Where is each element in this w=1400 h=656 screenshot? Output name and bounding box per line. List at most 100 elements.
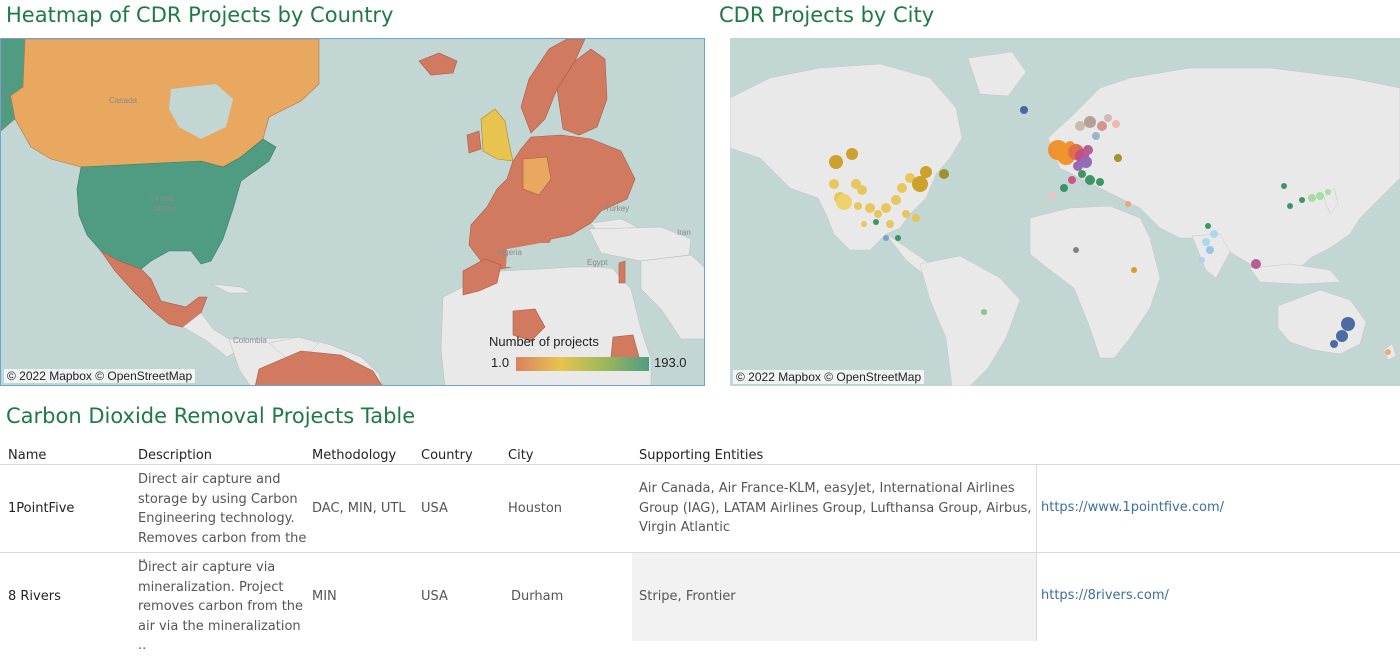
city-project-marker[interactable] — [1112, 120, 1120, 128]
city-project-marker[interactable] — [1114, 154, 1122, 162]
map-place-label: Egypt — [587, 258, 608, 267]
project-methodology: MIN — [312, 589, 337, 604]
city-project-marker[interactable] — [1048, 192, 1056, 200]
city-project-marker[interactable] — [1206, 246, 1214, 254]
city-project-marker[interactable] — [829, 179, 839, 189]
legend-min-value: 1.0 — [491, 355, 510, 370]
project-supporting-entities: Stripe, Frontier — [639, 589, 736, 604]
city-project-marker[interactable] — [1251, 259, 1261, 269]
project-url-link[interactable]: https://www.1pointfive.com/ — [1041, 498, 1224, 518]
city-project-marker[interactable] — [846, 148, 858, 160]
city-project-marker[interactable] — [1096, 178, 1104, 186]
city-project-marker[interactable] — [836, 194, 852, 210]
city-project-marker[interactable] — [939, 169, 949, 179]
city-project-marker[interactable] — [1281, 183, 1287, 189]
city-project-marker[interactable] — [1104, 114, 1112, 122]
project-country: USA — [421, 589, 448, 604]
legend-max-value: 193.0 — [654, 355, 687, 370]
table-row[interactable]: 1PointFive Direct air capture and storag… — [0, 464, 1400, 565]
city-project-marker[interactable] — [1131, 267, 1137, 273]
israel-shape — [618, 260, 626, 284]
header-city[interactable]: City — [508, 448, 533, 463]
city-project-marker[interactable] — [829, 155, 843, 169]
city-project-marker[interactable] — [873, 219, 879, 225]
city-project-marker[interactable] — [861, 221, 867, 227]
city-project-marker[interactable] — [1330, 340, 1338, 348]
city-project-marker[interactable] — [1068, 176, 1076, 184]
city-project-marker[interactable] — [1097, 121, 1107, 131]
city-project-marker[interactable] — [1202, 238, 1210, 246]
city-project-marker[interactable] — [881, 203, 891, 213]
city-project-marker[interactable] — [902, 210, 910, 218]
city-project-marker[interactable] — [912, 214, 920, 222]
city-project-marker[interactable] — [857, 185, 867, 195]
city-map-title: CDR Projects by City — [719, 3, 935, 27]
uk-shape — [480, 108, 514, 162]
city-project-marker[interactable] — [895, 235, 901, 241]
city-map-svg — [730, 51, 1400, 386]
city-project-marker[interactable] — [1299, 197, 1305, 203]
header-country[interactable]: Country — [421, 448, 473, 463]
caribbean-shape — [210, 283, 252, 294]
city-project-marker[interactable] — [981, 309, 987, 315]
city-project-marker[interactable] — [1060, 184, 1068, 192]
city-project-marker[interactable] — [865, 203, 875, 213]
city-project-marker[interactable] — [1125, 201, 1131, 207]
city-project-marker[interactable] — [874, 210, 882, 218]
city-project-marker[interactable] — [1308, 194, 1316, 202]
ireland-shape — [466, 130, 482, 154]
city-project-marker[interactable] — [1073, 161, 1083, 171]
project-methodology: DAC, MIN, UTL — [312, 501, 406, 516]
city-project-marker[interactable] — [897, 183, 907, 193]
greenland-land — [967, 51, 1027, 97]
city-project-marker[interactable] — [1084, 116, 1096, 128]
legend-color-ramp — [516, 357, 649, 371]
africa-land — [1029, 205, 1161, 359]
city-project-marker[interactable] — [1020, 106, 1028, 114]
city-project-marker[interactable] — [1083, 145, 1093, 155]
city-project-marker[interactable] — [1073, 247, 1079, 253]
column-divider — [1036, 465, 1037, 553]
city-project-marker[interactable] — [886, 220, 894, 228]
indonesia-land — [1249, 263, 1341, 285]
sa-land — [919, 255, 1021, 386]
city-project-marker[interactable] — [1341, 317, 1355, 331]
city-project-marker[interactable] — [1385, 349, 1391, 355]
city-project-marker[interactable] — [1336, 330, 1348, 342]
city-project-marker[interactable] — [891, 195, 901, 205]
map-place-label: States — [153, 204, 176, 213]
city-project-marker[interactable] — [1325, 189, 1331, 195]
city-projects-map[interactable]: © 2022 Mapbox © OpenStreetMap — [730, 38, 1400, 386]
map-credit[interactable]: © 2022 Mapbox © OpenStreetMap — [4, 369, 196, 383]
city-project-marker[interactable] — [1085, 175, 1095, 185]
city-project-marker[interactable] — [883, 235, 889, 241]
map-place-label: Algeria — [497, 248, 522, 257]
city-project-marker[interactable] — [1092, 132, 1100, 140]
project-url-link[interactable]: https://8rivers.com/ — [1041, 586, 1169, 606]
header-methodology[interactable]: Methodology — [312, 448, 396, 463]
heatmap-title: Heatmap of CDR Projects by Country — [6, 3, 394, 27]
project-city: Houston — [508, 501, 563, 516]
city-project-marker[interactable] — [1210, 230, 1218, 238]
header-supporting-entities[interactable]: Supporting Entities — [639, 448, 763, 463]
map-place-label: Turkey — [605, 204, 629, 213]
header-description[interactable]: Description — [138, 448, 212, 463]
map-place-label: Colombia — [233, 336, 267, 345]
project-city: Durham — [511, 589, 564, 604]
legend-title: Number of projects — [489, 334, 599, 349]
city-project-marker[interactable] — [1078, 170, 1086, 178]
country-heatmap-map[interactable]: Canada United States Turkey Iran Algeria… — [0, 38, 705, 386]
project-name: 8 Rivers — [8, 589, 61, 604]
city-project-marker[interactable] — [1287, 203, 1293, 209]
header-name[interactable]: Name — [8, 448, 46, 463]
table-row[interactable]: 8 Rivers Direct air capture via minerali… — [0, 552, 1400, 653]
city-project-marker[interactable] — [1075, 121, 1085, 131]
city-map-credit[interactable]: © 2022 Mapbox © OpenStreetMap — [733, 370, 925, 384]
city-project-marker[interactable] — [854, 202, 862, 210]
city-project-marker[interactable] — [912, 176, 928, 192]
city-project-marker[interactable] — [1205, 223, 1211, 229]
city-project-marker[interactable] — [1316, 192, 1324, 200]
city-project-marker[interactable] — [1199, 257, 1205, 263]
city-project-marker[interactable] — [920, 166, 932, 178]
na-land — [730, 63, 963, 251]
